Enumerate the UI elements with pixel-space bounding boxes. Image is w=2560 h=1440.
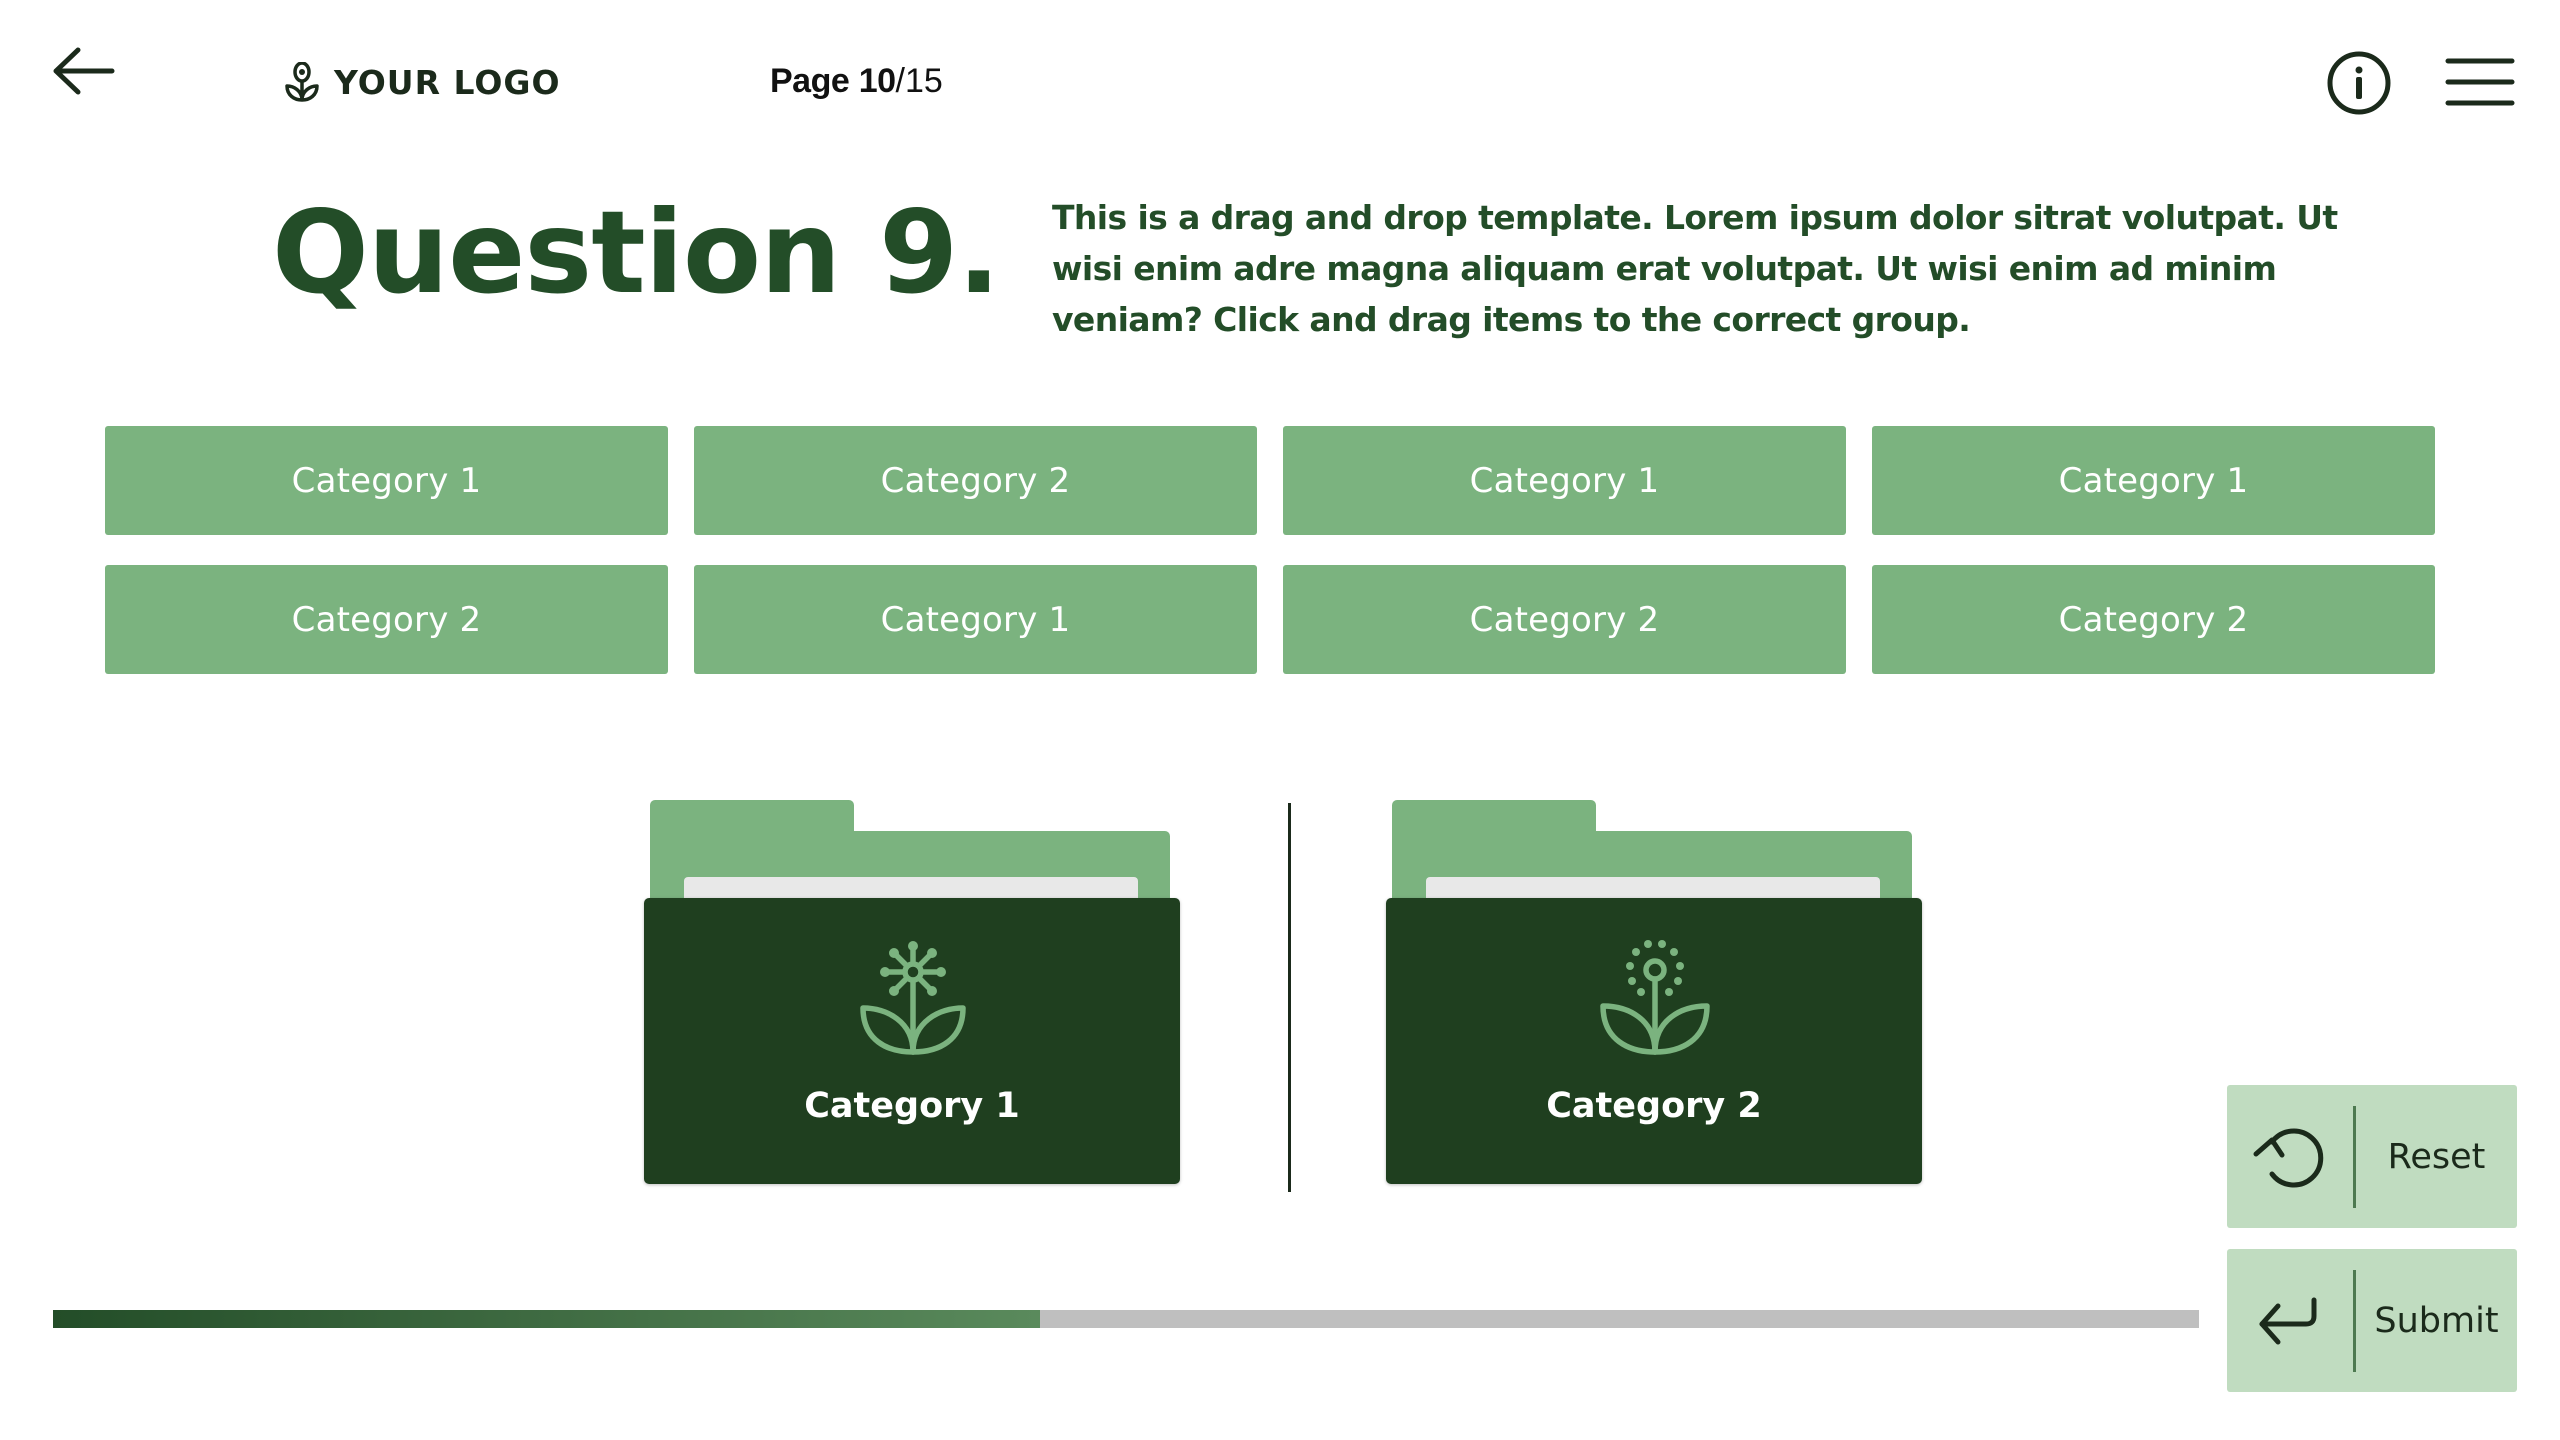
flower-sprout-icon xyxy=(860,941,966,1055)
page-indicator: Page 10/15 xyxy=(770,62,943,101)
enter-return-icon xyxy=(2259,1297,2317,1344)
flower-logo-icon xyxy=(285,62,319,102)
draggable-item[interactable]: Category 2 xyxy=(105,565,668,674)
folder-body: Category 2 xyxy=(1386,898,1922,1184)
question-title: Question 9. xyxy=(272,186,1001,319)
logo: YOUR LOGO xyxy=(284,60,561,104)
submit-label: Submit xyxy=(2374,1300,2499,1341)
menu-button[interactable] xyxy=(2444,52,2516,112)
draggable-item[interactable]: Category 1 xyxy=(1283,426,1846,535)
draggable-items: Category 1 Category 2 Category 1 Categor… xyxy=(105,426,2435,674)
question-description: This is a drag and drop template. Lorem … xyxy=(1052,198,2338,339)
draggable-item[interactable]: Category 1 xyxy=(105,426,668,535)
logo-text: YOUR LOGO xyxy=(334,62,561,102)
drop-zone-label: Category 2 xyxy=(1546,1086,1762,1126)
draggable-item[interactable]: Category 2 xyxy=(1283,565,1846,674)
reset-label: Reset xyxy=(2387,1136,2486,1177)
page-total: 15 xyxy=(905,62,943,100)
progress-bar xyxy=(53,1310,2199,1328)
folder-body: Category 1 xyxy=(644,898,1180,1184)
info-circle-icon xyxy=(2327,51,2391,115)
draggable-item[interactable]: Category 2 xyxy=(1872,565,2435,674)
back-button[interactable] xyxy=(50,44,116,98)
page-separator: / xyxy=(895,62,905,100)
divider xyxy=(1288,803,1291,1192)
draggable-item[interactable]: Category 2 xyxy=(694,426,1257,535)
reset-rotate-icon xyxy=(2253,1128,2324,1187)
page-label: Page xyxy=(770,62,850,100)
draggable-item[interactable]: Category 1 xyxy=(1872,426,2435,535)
info-button[interactable] xyxy=(2326,50,2392,116)
dandelion-sprout-icon xyxy=(1600,940,1710,1055)
drop-zone-category-2[interactable]: Category 2 xyxy=(1386,800,1922,1186)
reset-button[interactable]: Reset xyxy=(2227,1085,2517,1228)
drop-zone-label: Category 1 xyxy=(804,1086,1020,1126)
progress-fill xyxy=(53,1310,1041,1328)
page-current: 10 xyxy=(858,62,896,100)
drop-zone-category-1[interactable]: Category 1 xyxy=(644,800,1180,1186)
draggable-item[interactable]: Category 1 xyxy=(694,565,1257,674)
hamburger-menu-icon xyxy=(2445,58,2515,106)
submit-button[interactable]: Submit xyxy=(2227,1249,2517,1392)
arrow-left-icon xyxy=(53,47,115,95)
